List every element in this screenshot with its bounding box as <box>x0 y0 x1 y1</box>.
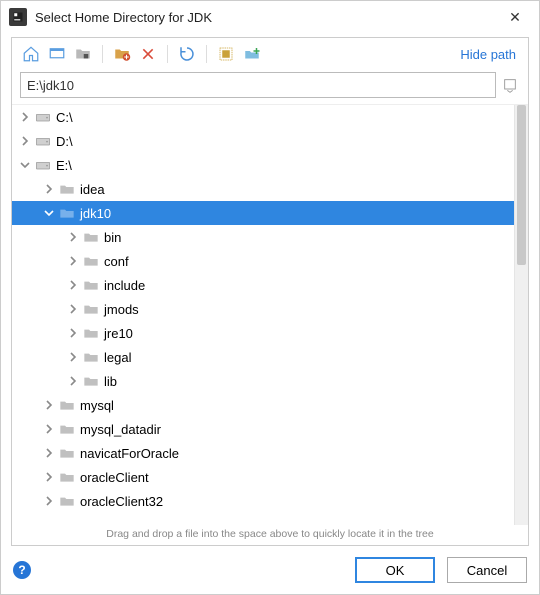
tree-node[interactable]: oracleClient <box>12 465 514 489</box>
dialog-content: Hide path C:\ D:\ E:\ idea jdk10 bin conf inclu… <box>11 37 529 546</box>
scrollbar-thumb[interactable] <box>517 105 526 265</box>
toolbar: Hide path <box>12 38 528 70</box>
chevron-right-icon[interactable] <box>42 400 56 410</box>
tree-node[interactable]: E:\ <box>12 153 514 177</box>
directory-tree[interactable]: C:\ D:\ E:\ idea jdk10 bin conf include jmods jre… <box>12 105 514 525</box>
chevron-right-icon[interactable] <box>18 136 32 146</box>
tree-node-label: jmods <box>104 302 139 317</box>
drive-icon <box>34 133 52 149</box>
window-close-button[interactable]: ✕ <box>499 9 531 26</box>
chevron-right-icon[interactable] <box>42 472 56 482</box>
new-folder-icon[interactable] <box>111 43 133 65</box>
tree-node-label: oracleClient <box>80 470 149 485</box>
chevron-right-icon[interactable] <box>66 232 80 242</box>
folder-icon <box>82 325 100 341</box>
dialog-footer: ? OK Cancel <box>1 552 539 594</box>
toolbar-separator <box>167 45 168 63</box>
cancel-button[interactable]: Cancel <box>447 557 527 583</box>
folder-icon <box>82 349 100 365</box>
chevron-right-icon[interactable] <box>42 448 56 458</box>
dialog-title: Select Home Directory for JDK <box>35 10 499 25</box>
drop-hint: Drag and drop a file into the space abov… <box>12 525 528 545</box>
tree-node[interactable]: jmods <box>12 297 514 321</box>
app-icon <box>9 8 27 26</box>
help-icon[interactable]: ? <box>13 561 31 579</box>
folder-icon <box>82 277 100 293</box>
toolbar-separator <box>102 45 103 63</box>
tree-node[interactable]: idea <box>12 177 514 201</box>
history-dropdown-icon[interactable] <box>500 75 520 95</box>
path-row <box>12 70 528 104</box>
chevron-right-icon[interactable] <box>66 256 80 266</box>
tree-node[interactable]: mysql_datadir <box>12 417 514 441</box>
folder-icon <box>82 253 100 269</box>
tree-node[interactable]: navicatForOracle <box>12 441 514 465</box>
folder-icon <box>58 181 76 197</box>
folder-icon <box>82 229 100 245</box>
tree-node-label: include <box>104 278 145 293</box>
folder-icon <box>58 397 76 413</box>
tree-node[interactable]: include <box>12 273 514 297</box>
tree-node-label: navicatForOracle <box>80 446 179 461</box>
tree-node-label: lib <box>104 374 117 389</box>
desktop-icon[interactable] <box>46 43 68 65</box>
tree-node[interactable]: lib <box>12 369 514 393</box>
chevron-right-icon[interactable] <box>18 112 32 122</box>
ok-button[interactable]: OK <box>355 557 435 583</box>
folder-icon <box>82 373 100 389</box>
chevron-down-icon[interactable] <box>42 208 56 218</box>
tree-node[interactable]: mysql <box>12 393 514 417</box>
tree-node-label: oracleClient32 <box>80 494 163 509</box>
tree-wrap: C:\ D:\ E:\ idea jdk10 bin conf include jmods jre… <box>12 104 528 525</box>
tree-node-label: E:\ <box>56 158 72 173</box>
vertical-scrollbar[interactable] <box>514 105 528 525</box>
tree-node[interactable]: D:\ <box>12 129 514 153</box>
folder-icon <box>58 493 76 509</box>
project-folder-icon[interactable] <box>72 43 94 65</box>
toolbar-separator <box>206 45 207 63</box>
tree-node-label: mysql <box>80 398 114 413</box>
chevron-right-icon[interactable] <box>66 376 80 386</box>
delete-icon[interactable] <box>137 43 159 65</box>
tree-node[interactable]: bin <box>12 225 514 249</box>
chevron-right-icon[interactable] <box>66 328 80 338</box>
chevron-down-icon[interactable] <box>18 160 32 170</box>
folder-icon <box>58 469 76 485</box>
tree-node-label: D:\ <box>56 134 73 149</box>
add-root-icon[interactable] <box>241 43 263 65</box>
folder-icon <box>58 205 76 221</box>
chevron-right-icon[interactable] <box>42 496 56 506</box>
chevron-right-icon[interactable] <box>42 184 56 194</box>
show-hidden-icon[interactable] <box>215 43 237 65</box>
folder-icon <box>58 445 76 461</box>
chevron-right-icon[interactable] <box>66 352 80 362</box>
tree-node-label: jre10 <box>104 326 133 341</box>
tree-node-label: mysql_datadir <box>80 422 161 437</box>
tree-node[interactable]: jre10 <box>12 321 514 345</box>
chevron-right-icon[interactable] <box>42 424 56 434</box>
titlebar: Select Home Directory for JDK ✕ <box>1 1 539 33</box>
tree-node-label: jdk10 <box>80 206 111 221</box>
tree-node-label: idea <box>80 182 105 197</box>
home-icon[interactable] <box>20 43 42 65</box>
refresh-icon[interactable] <box>176 43 198 65</box>
path-input[interactable] <box>20 72 496 98</box>
tree-node-label: bin <box>104 230 121 245</box>
tree-node[interactable]: legal <box>12 345 514 369</box>
dialog-window: Select Home Directory for JDK ✕ <box>0 0 540 595</box>
chevron-right-icon[interactable] <box>66 304 80 314</box>
tree-node-label: C:\ <box>56 110 73 125</box>
tree-node[interactable]: C:\ <box>12 105 514 129</box>
drive-icon <box>34 109 52 125</box>
chevron-right-icon[interactable] <box>66 280 80 290</box>
tree-node-label: conf <box>104 254 129 269</box>
tree-node-label: legal <box>104 350 131 365</box>
tree-node[interactable]: conf <box>12 249 514 273</box>
hide-path-link[interactable]: Hide path <box>460 47 520 62</box>
drive-icon <box>34 157 52 173</box>
folder-icon <box>82 301 100 317</box>
folder-icon <box>58 421 76 437</box>
tree-node[interactable]: oracleClient32 <box>12 489 514 513</box>
tree-node[interactable]: jdk10 <box>12 201 514 225</box>
